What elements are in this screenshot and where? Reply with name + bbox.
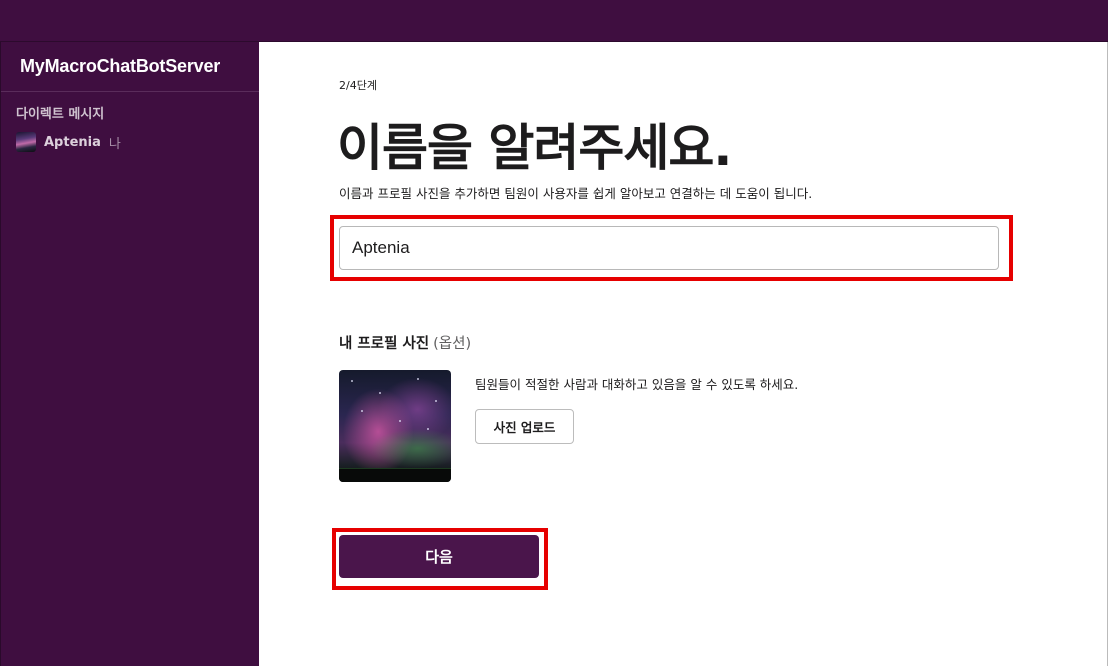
star bbox=[435, 400, 437, 402]
sidebar: MyMacroChatBotServer 다이렉트 메시지 Aptenia 나 bbox=[0, 42, 259, 666]
next-button[interactable]: 다음 bbox=[339, 535, 539, 578]
profile-photo-description: 팀원들이 적절한 사람과 대화하고 있음을 알 수 있도록 하세요. bbox=[475, 377, 799, 392]
top-bar bbox=[0, 0, 1108, 42]
workspace-name: MyMacroChatBotServer bbox=[20, 56, 221, 76]
star bbox=[399, 420, 401, 422]
photo-horizon bbox=[339, 468, 451, 482]
workspace-header[interactable]: MyMacroChatBotServer bbox=[1, 42, 259, 92]
star bbox=[417, 378, 419, 380]
page-subtitle: 이름과 프로필 사진을 추가하면 팀원이 사용자를 쉽게 알아보고 연결하는 데… bbox=[339, 186, 813, 201]
profile-photo-label: 내 프로필 사진 bbox=[339, 336, 430, 352]
star bbox=[361, 410, 363, 412]
page-title: 이름을 알려주세요. bbox=[337, 119, 732, 177]
star bbox=[379, 392, 381, 394]
direct-messages-title[interactable]: 다이렉트 메시지 bbox=[16, 104, 244, 126]
optional-label: (옵션) bbox=[433, 336, 472, 352]
direct-messages-section: 다이렉트 메시지 Aptenia 나 bbox=[1, 92, 259, 154]
display-name-input[interactable] bbox=[339, 226, 999, 270]
step-indicator: 2/4단계 bbox=[339, 79, 377, 92]
profile-photo-preview bbox=[339, 370, 451, 482]
dm-item-self[interactable]: Aptenia 나 bbox=[16, 130, 244, 154]
onboarding-panel: 2/4단계 이름을 알려주세요. 이름과 프로필 사진을 추가하면 팀원이 사용… bbox=[259, 42, 1108, 666]
avatar bbox=[16, 132, 36, 152]
star bbox=[427, 428, 429, 430]
profile-photo-heading: 내 프로필 사진 (옵션) bbox=[339, 332, 471, 353]
upload-photo-button[interactable]: 사진 업로드 bbox=[475, 409, 574, 444]
star bbox=[351, 380, 353, 382]
dm-item-self-tag: 나 bbox=[108, 136, 121, 152]
dm-item-name: Aptenia bbox=[44, 134, 101, 150]
